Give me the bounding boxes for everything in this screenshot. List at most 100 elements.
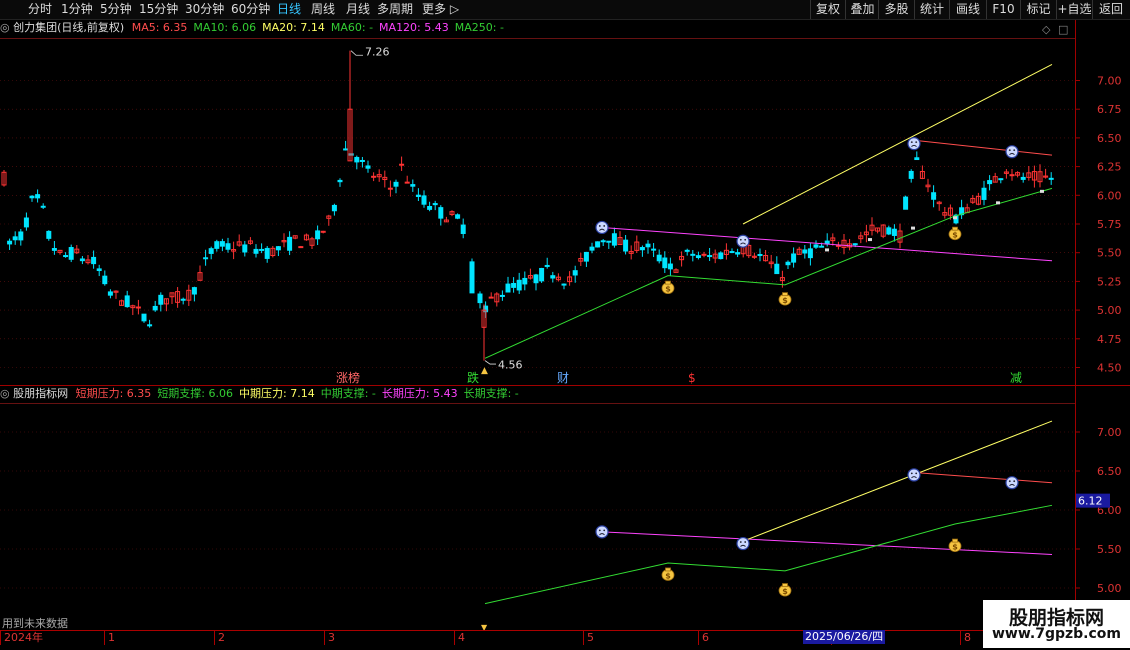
candle-body bbox=[757, 253, 763, 256]
candle-body bbox=[320, 230, 326, 233]
date-tick-label: 3 bbox=[324, 631, 335, 645]
candle-body bbox=[561, 283, 567, 286]
event-tag[interactable]: 跌 bbox=[467, 370, 479, 385]
collapse-icon[interactable]: ◎ bbox=[0, 387, 13, 400]
candle-body bbox=[410, 184, 416, 187]
event-tag[interactable]: 减 bbox=[1010, 371, 1022, 385]
candle-body bbox=[29, 195, 35, 199]
indicator-tick-label: 5.00 bbox=[1097, 582, 1122, 595]
candle-body bbox=[690, 253, 696, 256]
candle-body bbox=[141, 313, 147, 322]
candle-body bbox=[791, 253, 797, 263]
candle-body bbox=[931, 192, 937, 200]
candle-body bbox=[124, 295, 130, 308]
legend-value: 短期压力: 6.35 bbox=[75, 387, 152, 400]
sad-face-icon bbox=[1005, 476, 1019, 490]
price-tick-label: 7.00 bbox=[1097, 75, 1122, 88]
candle-body bbox=[415, 194, 421, 197]
draw-tool-icon[interactable]: ◇ bbox=[1042, 23, 1051, 36]
candle-body bbox=[432, 203, 438, 206]
window-icon[interactable]: □ bbox=[1058, 23, 1068, 36]
candle-body bbox=[886, 227, 892, 235]
candle-body bbox=[275, 246, 281, 251]
price-tick-label: 4.50 bbox=[1097, 362, 1122, 375]
date-tick-label: 2 bbox=[214, 631, 225, 645]
date-tick-label: 2024年 bbox=[0, 631, 43, 645]
candle-body bbox=[667, 263, 673, 270]
date-tick-label: 1 bbox=[104, 631, 115, 645]
candle-body bbox=[354, 156, 360, 163]
candle-body bbox=[469, 261, 475, 294]
cursor-date-badge: 2025/06/26/四 bbox=[803, 630, 886, 644]
price-tick-label: 5.25 bbox=[1097, 275, 1122, 288]
price-tick-label: 5.75 bbox=[1097, 218, 1122, 231]
future-data-note: 用到未来数据 bbox=[2, 617, 68, 630]
candle-body bbox=[18, 231, 24, 241]
price-tick-label: 6.25 bbox=[1097, 161, 1122, 174]
event-tag[interactable]: 涨榜 bbox=[336, 370, 360, 385]
candle-body bbox=[505, 283, 511, 293]
candle-body bbox=[102, 275, 108, 285]
candle-body bbox=[147, 324, 153, 327]
candle-body bbox=[550, 275, 556, 279]
price-tick-label: 6.50 bbox=[1097, 132, 1122, 145]
candle-body bbox=[583, 251, 589, 262]
candle-body bbox=[455, 214, 461, 219]
annotations: 7.264.56涨榜跌财 $ 减▲▼◇ □ bbox=[336, 23, 1068, 632]
candle-body bbox=[533, 274, 539, 284]
support-dot bbox=[825, 248, 829, 252]
candle-body bbox=[914, 157, 920, 161]
signal-icons: $ $ $ $ $ $ bbox=[595, 137, 1019, 597]
support-dot bbox=[868, 238, 872, 242]
high-label: 7.26 bbox=[365, 46, 390, 59]
candle-body bbox=[544, 264, 550, 267]
candle-body bbox=[214, 241, 220, 249]
candle-body bbox=[785, 261, 791, 266]
sad-face-icon bbox=[1005, 145, 1019, 159]
event-tag[interactable]: $ bbox=[688, 371, 696, 385]
candle-body bbox=[807, 248, 813, 259]
candle-body bbox=[606, 240, 612, 243]
candle-body bbox=[315, 230, 321, 240]
candle-body bbox=[208, 248, 214, 254]
money-bag-icon: $ bbox=[778, 583, 792, 597]
date-tick-label: 4 bbox=[454, 631, 465, 645]
low-marker bbox=[484, 360, 496, 365]
candle-body bbox=[589, 246, 595, 251]
indicator-title: 股朋指标网 bbox=[13, 387, 69, 400]
candle-body bbox=[645, 243, 651, 248]
candle-body bbox=[488, 296, 494, 299]
money-bag-icon: $ bbox=[948, 226, 962, 241]
support-dot bbox=[996, 201, 1000, 205]
candle-body bbox=[707, 255, 713, 258]
candle-body bbox=[903, 196, 909, 210]
candle-body bbox=[539, 267, 545, 282]
candle-body bbox=[908, 170, 914, 179]
candle-body bbox=[1009, 174, 1015, 177]
candle-body bbox=[365, 165, 371, 169]
price-tick-label: 6.75 bbox=[1097, 103, 1122, 116]
candle-body bbox=[225, 243, 231, 250]
candle-body bbox=[68, 247, 74, 260]
candle-body bbox=[819, 245, 825, 248]
event-tag[interactable]: 财 bbox=[557, 371, 569, 385]
legend-value: 长期支撑: - bbox=[463, 387, 519, 400]
candle-body bbox=[891, 228, 897, 236]
candle-body bbox=[427, 206, 433, 210]
candle-body bbox=[298, 246, 304, 249]
price-tick-label: 5.50 bbox=[1097, 247, 1122, 260]
candle-body bbox=[158, 294, 164, 305]
support-dot bbox=[911, 226, 915, 230]
candle-body bbox=[813, 244, 819, 248]
svg-text:$: $ bbox=[665, 571, 671, 580]
candle-body bbox=[107, 291, 113, 296]
candle-body bbox=[63, 255, 69, 258]
date-axis: 2024年12345678 bbox=[0, 630, 1075, 645]
candle-body bbox=[399, 163, 405, 166]
date-tick-label: 6 bbox=[698, 631, 709, 645]
indicator-legend: ◎ 股朋指标网 短期压力: 6.35 短期支撑: 6.06 中期压力: 7.14 中期… bbox=[0, 386, 525, 402]
kline-chart[interactable]: $ $ $ $ $ $ 7.00 6.75 6.50 6.25 6.00 5.75 5.50 5.25 5… bbox=[0, 0, 1130, 650]
candle-body bbox=[662, 257, 668, 269]
candle-body bbox=[35, 194, 41, 199]
candle-body bbox=[802, 249, 808, 254]
